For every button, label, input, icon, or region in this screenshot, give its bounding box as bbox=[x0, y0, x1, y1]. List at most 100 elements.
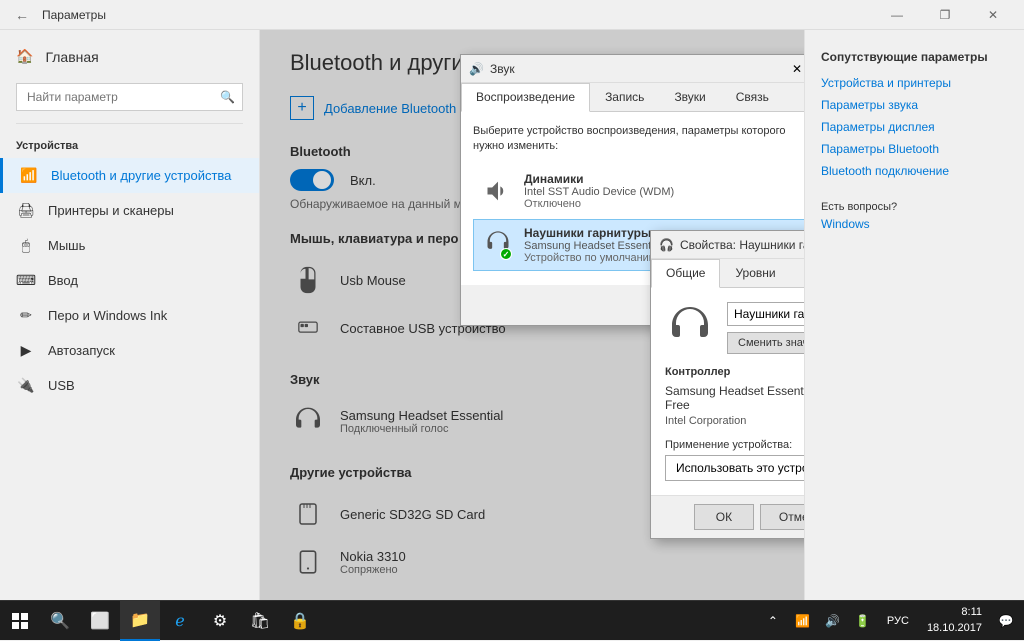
taskbar-store[interactable]: 🛍 bbox=[240, 601, 280, 641]
speaker-sub: Intel SST Audio Device (WDM) bbox=[524, 186, 674, 198]
sidebar-item-label-input: Ввод bbox=[48, 273, 78, 288]
link-bluetooth-settings[interactable]: Параметры Bluetooth bbox=[821, 142, 1008, 156]
maximize-button[interactable]: ❐ bbox=[922, 0, 968, 30]
sound-dialog-desc: Выберите устройство воспроизведения, пар… bbox=[473, 124, 804, 155]
headset-device-icon: ✓ bbox=[482, 229, 514, 261]
printers-icon: 🖨 bbox=[16, 202, 36, 219]
taskbar: 🔍 ⬜ 📁 ℯ ⚙ 🛍 🔒 ⌃ 📶 🔊 🔋 РУС 8:11 18.10.201… bbox=[0, 600, 1024, 640]
window-controls: — ❐ ✕ bbox=[874, 0, 1016, 30]
props-footer: ОК Отмена Применить bbox=[651, 495, 804, 538]
props-top: Сменить значок bbox=[665, 302, 804, 354]
sidebar-item-autorun[interactable]: ▶ Автозапуск bbox=[0, 333, 259, 368]
tab-playback[interactable]: Воспроизведение bbox=[461, 83, 590, 112]
sidebar-item-printers[interactable]: 🖨 Принтеры и сканеры bbox=[0, 193, 259, 228]
taskbar-search[interactable]: 🔍 bbox=[40, 601, 80, 641]
sidebar: 🏠 Главная 🔍 Устройства 📶 Bluetooth и дру… bbox=[0, 30, 260, 600]
sidebar-separator bbox=[16, 123, 243, 124]
back-button[interactable]: ← bbox=[8, 1, 36, 29]
start-button[interactable] bbox=[0, 601, 40, 641]
home-label: Главная bbox=[45, 49, 98, 65]
speaker-device-icon bbox=[482, 175, 514, 207]
sidebar-item-bluetooth[interactable]: 📶 Bluetooth и другие устройства bbox=[0, 158, 259, 193]
speaker-status: Отключено bbox=[524, 198, 674, 210]
content-area: 🏠 Главная 🔍 Устройства 📶 Bluetooth и дру… bbox=[0, 30, 1024, 600]
right-panel-title: Сопутствующие параметры bbox=[821, 50, 1008, 64]
taskbar-unknown[interactable]: 🔒 bbox=[280, 601, 320, 641]
tray-volume[interactable]: 🔊 bbox=[819, 601, 847, 641]
search-icon: 🔍 bbox=[220, 90, 235, 104]
sidebar-home[interactable]: 🏠 Главная bbox=[0, 38, 259, 75]
search-input[interactable] bbox=[16, 83, 243, 111]
language-button[interactable]: РУС bbox=[879, 615, 917, 627]
bluetooth-icon: 📶 bbox=[19, 167, 39, 184]
props-tabs: Общие Уровни bbox=[651, 259, 804, 288]
taskbar-clock[interactable]: 8:11 18.10.2017 bbox=[919, 605, 990, 636]
speaker-device-info: Динамики Intel SST Audio Device (WDM) От… bbox=[524, 172, 674, 210]
tab-sounds[interactable]: Звуки bbox=[659, 83, 720, 111]
controller-sub: Intel Corporation bbox=[665, 415, 804, 427]
props-dialog: 🎧 Свойства: Наушники гарнитуры ✕ Общие У… bbox=[650, 230, 804, 539]
sound-dialog-title: Звук bbox=[490, 62, 783, 76]
sidebar-item-label-autorun: Автозапуск bbox=[48, 343, 115, 358]
props-tab-levels[interactable]: Уровни bbox=[720, 259, 790, 287]
controller-section-label: Контроллер bbox=[665, 366, 804, 378]
taskbar-cortana[interactable]: ⬜ bbox=[80, 601, 120, 641]
usage-select-container: Использовать это устройство (вкл.) Не ис… bbox=[665, 455, 804, 481]
minimize-button[interactable]: — bbox=[874, 0, 920, 30]
props-dialog-icon: 🎧 bbox=[659, 238, 674, 252]
clock-time: 8:11 bbox=[927, 605, 982, 620]
props-dialog-title-bar: 🎧 Свойства: Наушники гарнитуры ✕ bbox=[651, 231, 804, 259]
link-windows-help[interactable]: Windows bbox=[821, 217, 1008, 231]
props-name-input[interactable] bbox=[727, 302, 804, 326]
usb-icon: 🔌 bbox=[16, 377, 36, 394]
taskbar-settings[interactable]: ⚙ bbox=[200, 601, 240, 641]
props-tab-general[interactable]: Общие bbox=[651, 259, 720, 288]
ok-button[interactable]: ОК bbox=[694, 504, 754, 530]
clock-date: 18.10.2017 bbox=[927, 621, 982, 636]
sidebar-item-label-bluetooth: Bluetooth и другие устройства bbox=[51, 168, 231, 183]
tray-network[interactable]: 📶 bbox=[789, 601, 817, 641]
props-device-icon bbox=[665, 302, 715, 352]
props-body: Сменить значок Контроллер Samsung Headse… bbox=[651, 288, 804, 495]
close-button[interactable]: ✕ bbox=[970, 0, 1016, 30]
question-text: Есть вопросы? bbox=[821, 201, 1008, 213]
link-bluetooth-conn[interactable]: Bluetooth подключение bbox=[821, 164, 1008, 178]
autorun-icon: ▶ bbox=[16, 342, 36, 359]
speaker-device-item[interactable]: Динамики Intel SST Audio Device (WDM) От… bbox=[473, 165, 804, 217]
sound-dialog-title-bar: 🔊 Звук ✕ bbox=[461, 55, 804, 83]
sound-dialog-close[interactable]: ✕ bbox=[783, 56, 804, 82]
link-sound-settings[interactable]: Параметры звука bbox=[821, 98, 1008, 112]
cancel-button[interactable]: Отмена bbox=[760, 504, 804, 530]
title-bar: ← Параметры — ❐ ✕ bbox=[0, 0, 1024, 30]
tab-communication[interactable]: Связь bbox=[721, 83, 784, 111]
change-icon-button[interactable]: Сменить значок bbox=[727, 332, 804, 354]
link-display-settings[interactable]: Параметры дисплея bbox=[821, 120, 1008, 134]
controller-item: Samsung Headset Essential Hands-Free Сво… bbox=[665, 384, 804, 412]
tab-recording[interactable]: Запись bbox=[590, 83, 659, 111]
controller-name: Samsung Headset Essential Hands-Free bbox=[665, 384, 804, 412]
link-devices-printers[interactable]: Устройства и принтеры bbox=[821, 76, 1008, 90]
window-title: Параметры bbox=[42, 8, 106, 22]
usage-select[interactable]: Использовать это устройство (вкл.) Не ис… bbox=[665, 455, 804, 481]
sidebar-item-mouse[interactable]: 🖱 Мышь bbox=[0, 228, 259, 263]
right-panel: Сопутствующие параметры Устройства и при… bbox=[804, 30, 1024, 600]
sidebar-item-label-printers: Принтеры и сканеры bbox=[48, 203, 174, 218]
main-content: Bluetooth и другие у... + Добавление Blu… bbox=[260, 30, 804, 600]
tray-chevron[interactable]: ⌃ bbox=[759, 601, 787, 641]
main-window: ← Параметры — ❐ ✕ 🏠 Главная 🔍 Устройства… bbox=[0, 0, 1024, 640]
usage-label: Применение устройства: bbox=[665, 439, 804, 451]
search-container: 🔍 bbox=[16, 83, 243, 111]
sidebar-item-label-mouse: Мышь bbox=[48, 238, 85, 253]
sound-dialog-icon: 🔊 bbox=[469, 62, 484, 76]
taskbar-explorer[interactable]: 📁 bbox=[120, 601, 160, 641]
props-name-area: Сменить значок bbox=[727, 302, 804, 354]
sound-dialog-tabs: Воспроизведение Запись Звуки Связь bbox=[461, 83, 804, 112]
sidebar-item-usb[interactable]: 🔌 USB bbox=[0, 368, 259, 403]
taskbar-edge[interactable]: ℯ bbox=[160, 601, 200, 641]
tray-notification[interactable]: 💬 bbox=[992, 601, 1020, 641]
sidebar-item-label-usb: USB bbox=[48, 378, 75, 393]
sidebar-item-input[interactable]: ⌨ Ввод bbox=[0, 263, 259, 298]
taskbar-tray: ⌃ 📶 🔊 🔋 bbox=[759, 601, 877, 641]
tray-battery[interactable]: 🔋 bbox=[849, 601, 877, 641]
sidebar-item-pen[interactable]: ✏ Перо и Windows Ink bbox=[0, 298, 259, 333]
